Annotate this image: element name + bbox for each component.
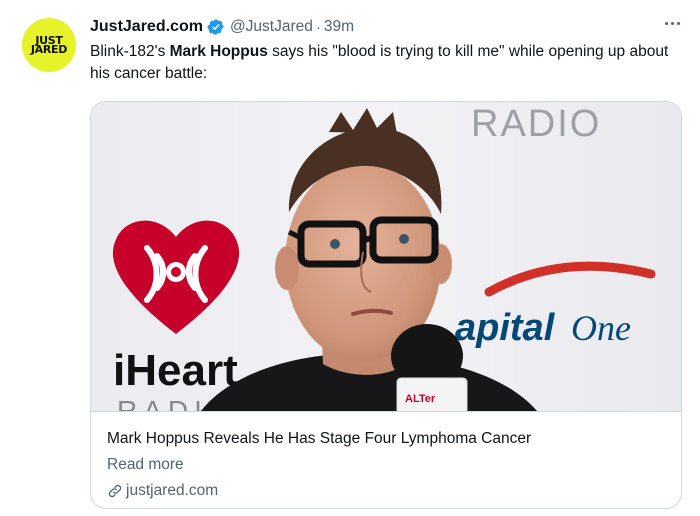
card-image[interactable]: RADIO iHeart RADIO apital One ALTer — [91, 102, 681, 411]
author-name[interactable]: JustJared.com — [90, 18, 203, 36]
read-more-link[interactable]: Read more — [107, 456, 184, 474]
tweet-text-part: Blink-182's — [90, 43, 170, 60]
more-options-icon[interactable] — [660, 14, 684, 32]
verified-badge-icon — [207, 18, 225, 36]
avatar-line-2: JARED — [30, 43, 68, 56]
tweet-timestamp[interactable]: 39m — [324, 18, 354, 36]
tweet-header: JustJared.com @JustJared · 39m — [90, 16, 354, 38]
mic-flag-text: ALTer — [405, 393, 436, 405]
backdrop-one-text: One — [571, 308, 631, 348]
backdrop-iheart-text: iHeart — [113, 346, 238, 395]
separator-dot: · — [315, 18, 321, 36]
tweet[interactable]: JUST JARED JustJared.com @JustJared · 39… — [0, 0, 700, 516]
card-domain-text: justjared.com — [126, 482, 219, 499]
tweet-text-bold: Mark Hoppus — [169, 43, 268, 60]
link-icon — [107, 483, 123, 499]
backdrop-radio-text: RADIO — [471, 103, 601, 145]
avatar[interactable]: JUST JARED — [22, 18, 76, 72]
link-card[interactable]: RADIO iHeart RADIO apital One ALTer Mark… — [90, 101, 682, 509]
backdrop-capital-text: apital — [455, 307, 556, 349]
card-domain[interactable]: justjared.com — [107, 482, 218, 500]
card-divider — [91, 411, 681, 412]
tweet-text: Blink-182's Mark Hoppus says his "blood … — [90, 41, 685, 85]
author-handle[interactable]: @JustJared — [230, 18, 313, 36]
card-title[interactable]: Mark Hoppus Reveals He Has Stage Four Ly… — [107, 430, 531, 448]
